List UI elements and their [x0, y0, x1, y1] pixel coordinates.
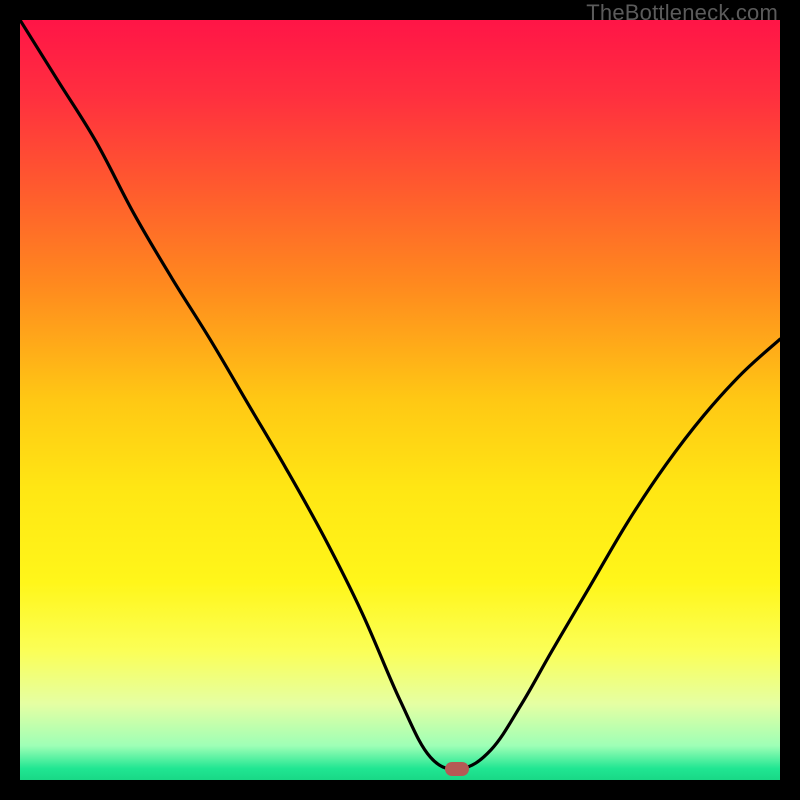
- watermark-text: TheBottleneck.com: [586, 0, 778, 26]
- bottleneck-chart: [20, 20, 780, 780]
- gradient-background: [20, 20, 780, 780]
- optimum-marker: [445, 762, 469, 776]
